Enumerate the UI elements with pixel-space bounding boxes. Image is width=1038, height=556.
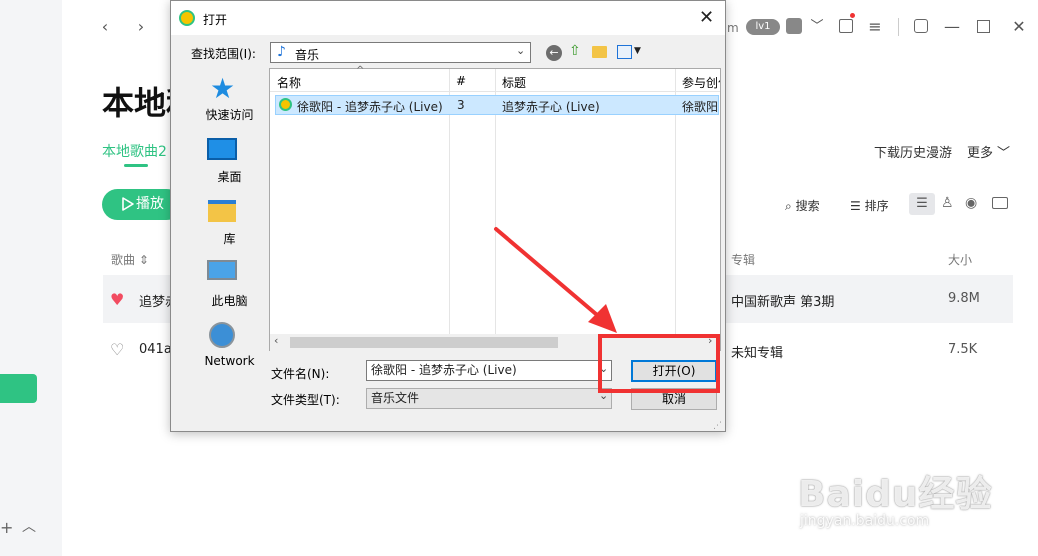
watermark-url: jingyan.baidu.com <box>800 513 930 529</box>
annotation-highlight-box <box>598 334 720 393</box>
watermark-logo: Baidu经验 <box>798 474 993 515</box>
